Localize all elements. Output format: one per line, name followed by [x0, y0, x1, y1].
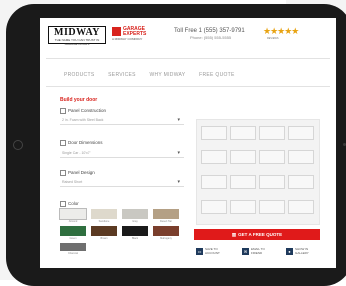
swatch-label: Black	[131, 237, 139, 240]
nav-item-why-midway[interactable]: WHY MIDWAY	[149, 72, 185, 78]
partner-tagline: A MIDWAY COMPANY	[112, 37, 143, 41]
site-header: MIDWAY THE NAME YOU CAN TRUST IN GARAGE …	[40, 18, 336, 50]
swatch-label: Charcoal	[67, 252, 78, 255]
expand-checkbox-icon	[60, 140, 66, 146]
swatch-label: Brown	[100, 237, 108, 240]
section-color[interactable]: Color	[60, 201, 79, 207]
swatch-5[interactable]	[91, 226, 117, 236]
rating-stars-icon: ★★★★★	[263, 26, 299, 36]
swatch-8[interactable]	[60, 243, 86, 251]
section-panel-construction[interactable]: Panel Construction	[60, 108, 106, 114]
door-panel	[259, 200, 285, 214]
section-panel-design[interactable]: Panel Design	[60, 170, 95, 176]
section-label-text: Color	[68, 201, 79, 207]
swatch-0[interactable]	[59, 208, 87, 220]
email-label: EMAIL TO FRIEND	[251, 247, 265, 255]
rating-label: REVIEWS	[267, 37, 279, 40]
door-icon: ▥	[231, 232, 237, 237]
door-dimensions-select[interactable]: Single Car - 10'x7' ▾	[60, 149, 184, 158]
swatch-label: Sandtone	[98, 220, 110, 223]
email-friend-button[interactable]: ✉ EMAIL TO FRIEND	[240, 246, 274, 257]
panel-design-select[interactable]: Raised Short ▾	[60, 178, 184, 187]
swatch-3[interactable]	[153, 209, 179, 219]
section-door-dimensions[interactable]: Door Dimensions	[60, 140, 103, 146]
door-panel	[288, 150, 314, 164]
phone-number[interactable]: Toll Free 1 (555) 357-9791	[174, 28, 245, 34]
expand-checkbox-icon	[60, 201, 66, 207]
swatch-label: Desert Tan	[159, 220, 173, 223]
get-free-quote-button[interactable]: ▥ GET A FREE QUOTE	[194, 229, 320, 240]
main-nav: PRODUCTS SERVICES WHY MIDWAY FREE QUOTE	[64, 72, 247, 78]
header-divider	[46, 58, 330, 59]
section-label-text: Door Dimensions	[68, 140, 103, 146]
door-panel	[259, 126, 285, 140]
builder-title: Build your door	[60, 97, 98, 103]
door-panel	[230, 200, 256, 214]
nav-item-free-quote[interactable]: FREE QUOTE	[199, 72, 235, 78]
select-value: Raised Short	[62, 180, 83, 184]
swatch-label: Gray	[132, 220, 138, 223]
tablet-screen: MIDWAY THE NAME YOU CAN TRUST IN GARAGE …	[40, 18, 336, 268]
garage-logo-mark-icon	[112, 27, 121, 36]
section-label-text: Panel Design	[68, 170, 95, 176]
swatch-label: Green	[69, 237, 77, 240]
door-panel	[201, 126, 227, 140]
save-icon: ▭	[196, 248, 203, 255]
midway-logo[interactable]: MIDWAY THE NAME YOU CAN TRUST IN GARAGE …	[48, 26, 106, 46]
select-value: Single Car - 10'x7'	[62, 151, 91, 155]
save-to-account-button[interactable]: ▭ SAVE TO ACCOUNT	[194, 246, 228, 257]
home-button[interactable]	[13, 140, 23, 150]
chevron-down-icon: ▾	[177, 150, 180, 156]
nav-divider	[46, 86, 330, 87]
expand-checkbox-icon	[60, 170, 66, 176]
email-icon: ✉	[242, 248, 249, 255]
swatch-4[interactable]	[60, 226, 86, 236]
door-preview	[196, 119, 320, 225]
panel-construction-select[interactable]: 2 in. Foam with Steel Back ▾	[60, 116, 184, 125]
door-panel	[288, 200, 314, 214]
door-panel	[230, 175, 256, 189]
camera-icon: ●	[286, 248, 293, 255]
section-label-text: Panel Construction	[68, 108, 107, 114]
swatch-label: Mahogany	[160, 237, 172, 240]
garage-experts-logo[interactable]: GARAGE EXPERTS A MIDWAY COMPANY	[112, 26, 146, 42]
door-panel	[201, 175, 227, 189]
swatch-label: Almond	[68, 220, 78, 223]
door-panel	[259, 175, 285, 189]
save-label: SAVE TO ACCOUNT	[205, 247, 220, 255]
door-panel	[230, 150, 256, 164]
select-value: 2 in. Foam with Steel Back	[62, 118, 104, 122]
door-panel	[230, 126, 256, 140]
door-panel	[288, 175, 314, 189]
nav-item-products[interactable]: PRODUCTS	[64, 72, 94, 78]
door-panel	[259, 150, 285, 164]
logo-tagline: THE NAME YOU CAN TRUST IN GARAGE DOORS	[54, 38, 100, 46]
swatch-2[interactable]	[122, 209, 148, 219]
door-panel	[201, 150, 227, 164]
show-in-gallery-button[interactable]: ● SHOW IN GALLERY	[284, 246, 318, 257]
swatch-6[interactable]	[122, 226, 148, 236]
chevron-down-icon: ▾	[177, 179, 180, 185]
chevron-down-icon: ▾	[177, 117, 180, 123]
swatch-1[interactable]	[91, 209, 117, 219]
expand-checkbox-icon	[60, 108, 66, 114]
phone-secondary: Phone: (555) 555-5555	[190, 35, 232, 40]
gallery-label: SHOW IN GALLERY	[295, 247, 309, 255]
door-panel	[288, 126, 314, 140]
swatch-7[interactable]	[153, 226, 179, 236]
nav-item-services[interactable]: SERVICES	[108, 72, 136, 78]
door-panel	[201, 200, 227, 214]
cta-label: GET A FREE QUOTE	[238, 232, 283, 237]
